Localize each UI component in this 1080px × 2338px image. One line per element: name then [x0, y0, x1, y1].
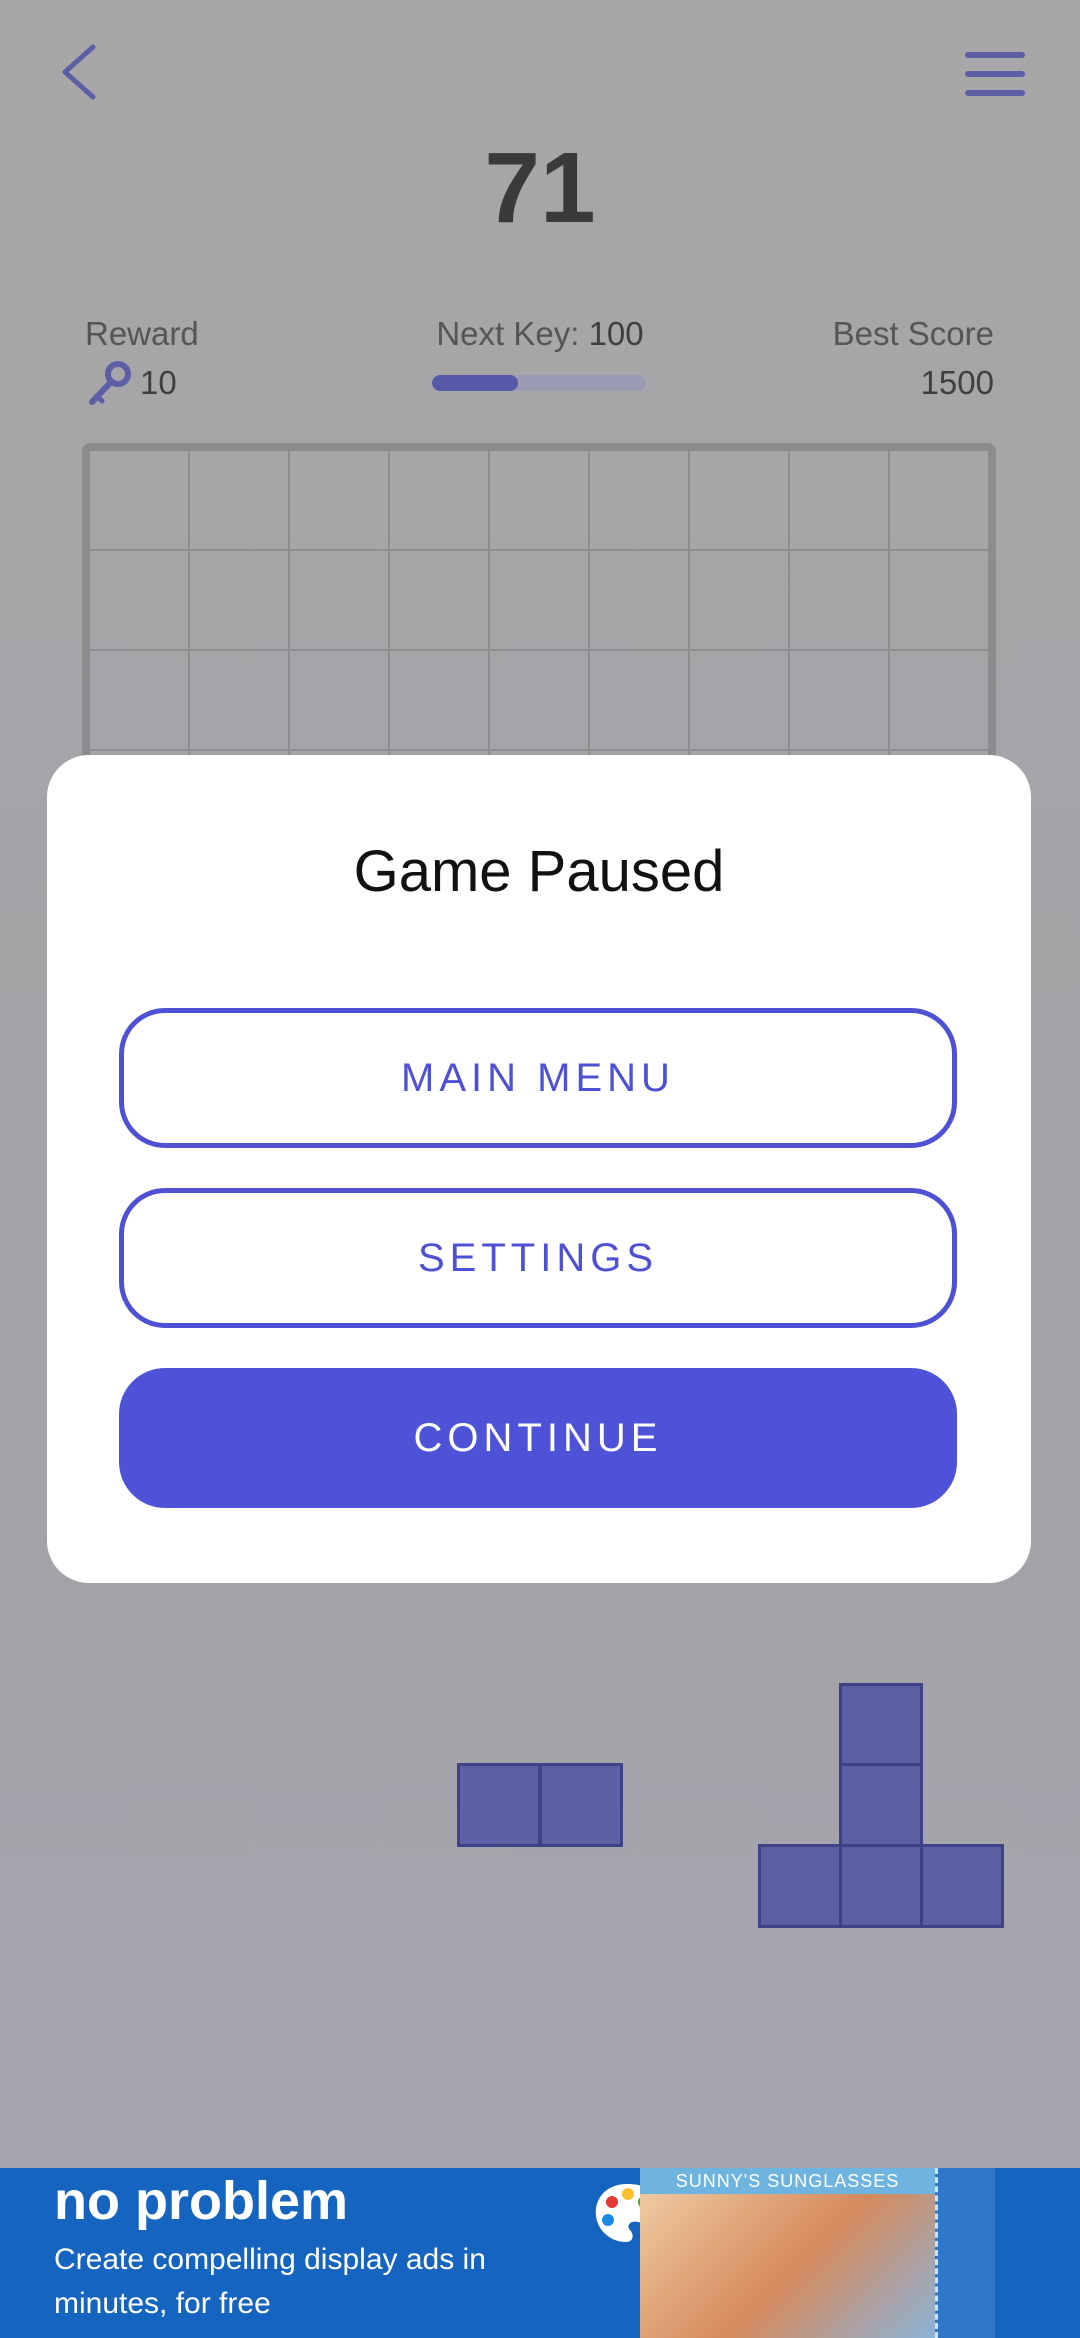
next-key-value: 100: [588, 315, 644, 352]
ad-body-text: Create compelling display ads in minutes…: [54, 2243, 486, 2320]
key-icon: [89, 361, 131, 405]
next-key-text: Next Key:: [436, 315, 580, 352]
piece-cell: [758, 1844, 842, 1928]
reward-value: 10: [140, 364, 177, 401]
back-chevron-icon[interactable]: [55, 42, 105, 102]
piece-cell: [920, 1844, 1004, 1928]
piece-cell: [839, 1763, 923, 1847]
next-key-progress-fill: [432, 375, 518, 391]
ad-headline: no problem: [54, 2171, 348, 2231]
piece-cell: [539, 1763, 623, 1847]
pause-dialog: Game Paused MAIN MENU SETTINGS CONTINUE: [47, 755, 1031, 1583]
ad-photo-caption: SUNNY'S SUNGLASSES: [640, 2168, 935, 2194]
next-key-progress-bar: [432, 375, 646, 391]
main-menu-button[interactable]: MAIN MENU: [119, 1008, 957, 1148]
piece-t-shape[interactable]: [758, 1683, 1004, 1928]
piece-cell: [839, 1844, 923, 1928]
ad-frame-decoration: [935, 2168, 995, 2338]
hamburger-menu-icon[interactable]: [965, 52, 1025, 96]
piece-cell: [457, 1763, 541, 1847]
piece-cell: [839, 1683, 923, 1767]
best-score-label: Best Score: [832, 315, 994, 352]
current-score: 71: [484, 132, 596, 244]
best-score-value: 1500: [920, 364, 994, 401]
continue-button[interactable]: CONTINUE: [119, 1368, 957, 1508]
dialog-title: Game Paused: [353, 839, 725, 904]
settings-button[interactable]: SETTINGS: [119, 1188, 957, 1328]
piece-domino[interactable]: [457, 1763, 623, 1847]
